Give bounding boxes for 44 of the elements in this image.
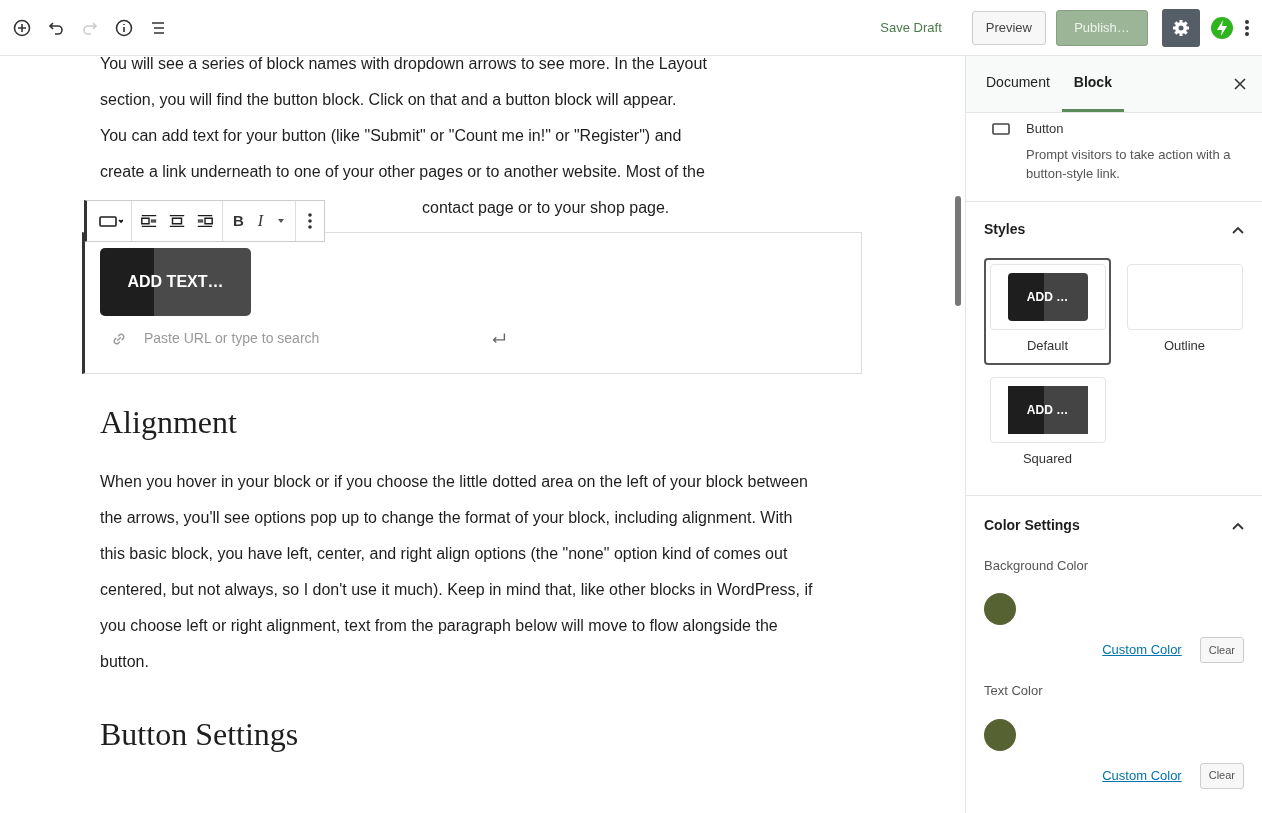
preview-button: ADD … [1007, 386, 1088, 434]
bolt-icon[interactable] [1210, 15, 1234, 40]
preview-button[interactable]: Preview [971, 10, 1046, 45]
gear-icon [1171, 17, 1191, 38]
close-icon[interactable] [1234, 78, 1246, 90]
paragraph-line: contact page or to your shop page. [422, 198, 670, 218]
style-option[interactable]: Outline [1121, 257, 1248, 365]
custom-color-link[interactable]: Custom Color [1102, 765, 1182, 786]
chevron-icon [1232, 521, 1244, 530]
section-heading: Button Settings [100, 715, 300, 754]
chevron-icon [1232, 225, 1244, 234]
more-vertical-icon[interactable] [308, 212, 313, 230]
clear-button[interactable]: Clear [1199, 762, 1244, 789]
italic-button[interactable]: I [257, 209, 264, 233]
color-label: Text Color [984, 682, 1044, 700]
block-description: Prompt visitors to take action with a button-style link. [1026, 145, 1232, 183]
align-left-icon[interactable] [140, 212, 158, 230]
bold-button[interactable]: B [233, 209, 244, 233]
styles-panel-toggle[interactable]: Styles [984, 201, 1244, 258]
add-icon[interactable] [12, 17, 32, 38]
info-icon[interactable] [114, 17, 134, 38]
section-heading: Alignment [100, 403, 238, 442]
preview-button: ADD … [1007, 272, 1088, 321]
custom-color-link[interactable]: Custom Color [1102, 640, 1182, 660]
clear-button[interactable]: Clear [1199, 637, 1244, 663]
button-preview[interactable]: ADD TEXT… [100, 248, 251, 316]
sidebar-tab[interactable]: Block [1061, 56, 1124, 112]
color-swatch[interactable] [984, 718, 1016, 751]
color-settings-toggle[interactable]: Color Settings [984, 495, 1244, 556]
save-draft-button[interactable]: Save Draft [872, 17, 950, 38]
style-option[interactable]: ADD … Default [984, 257, 1111, 365]
align-right-icon[interactable] [196, 212, 214, 230]
sidebar-tab[interactable]: Document [974, 56, 1062, 112]
caret-icon[interactable] [277, 218, 286, 224]
style-option[interactable]: ADD … Squared [984, 371, 1111, 479]
color-label: Background Color [984, 556, 1090, 575]
align-center-icon[interactable] [168, 212, 186, 230]
more-icon[interactable] [1244, 17, 1250, 38]
block-title: Button [1026, 120, 1065, 138]
scrollbar-thumb[interactable] [955, 196, 961, 306]
settings-button[interactable] [1162, 8, 1200, 47]
url-input[interactable]: Paste URL or type to search [144, 328, 474, 349]
color-swatch[interactable] [984, 593, 1016, 625]
paragraph: When you hover in your block or if you choose the little dotted area on the left of your block between the arrows, you'll see options pop up to change the format of your block, including alignment. With this basic block, you have left, center, and right align options (the "none" option kind of comes out centered, but not always, so I don't use it much). Keep in mind that, like other blocks in WordPress, if you choose left or right alignment, text from the paragraph below will move to flow alongside the button. [100, 472, 814, 672]
